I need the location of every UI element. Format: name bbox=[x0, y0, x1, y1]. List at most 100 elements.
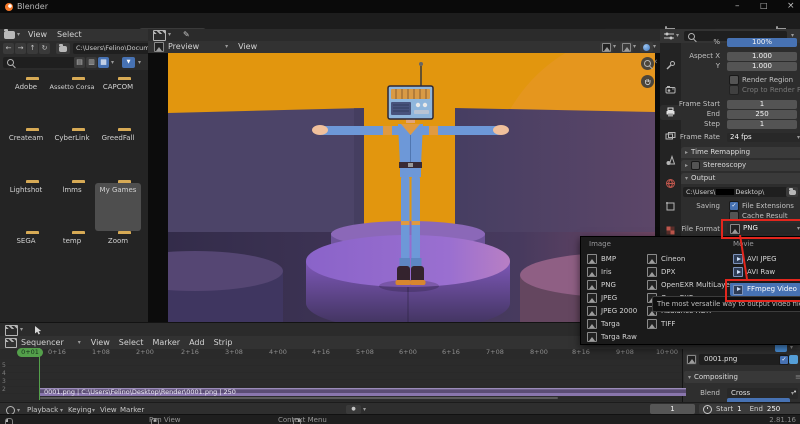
file-browser-editor-icon[interactable] bbox=[4, 31, 15, 39]
sequence-strip[interactable]: 0001.png | C:\Users\Felino\Desktop\Rende… bbox=[40, 388, 686, 396]
file-extensions-checkbox[interactable]: ✓ bbox=[729, 201, 739, 211]
sidebar-collapse-icon[interactable]: ‹ bbox=[654, 58, 658, 67]
sequencer-mode-dropdown[interactable]: Sequencer bbox=[21, 339, 64, 347]
playhead-badge[interactable]: 0+01 bbox=[17, 348, 43, 357]
seq-menu-add[interactable]: Add bbox=[189, 339, 205, 347]
fb-menu-view[interactable]: View bbox=[28, 31, 47, 39]
seq-menu-select[interactable]: Select bbox=[119, 339, 144, 347]
folder-item[interactable]: SEGA bbox=[3, 234, 49, 282]
browse-folder-icon[interactable] bbox=[786, 187, 798, 197]
proxy-toggle-icon[interactable] bbox=[620, 42, 633, 52]
menu-item[interactable]: PNG bbox=[587, 280, 616, 290]
seq-menu-view[interactable]: View bbox=[91, 339, 110, 347]
current-frame-field[interactable]: 1 bbox=[650, 404, 695, 414]
menu-item[interactable]: OpenEXR MultiLayer bbox=[647, 280, 733, 290]
new-folder-icon[interactable] bbox=[56, 43, 70, 54]
menu-item[interactable]: JPEG 2000 bbox=[587, 306, 637, 316]
properties-editor-icon[interactable] bbox=[663, 31, 675, 41]
folder-item[interactable]: CAPCOM bbox=[95, 80, 141, 128]
frame-end-field[interactable]: 250 bbox=[727, 110, 797, 119]
zoom-button[interactable] bbox=[641, 57, 654, 70]
folder-item[interactable]: Adobe bbox=[3, 80, 49, 128]
folder-item[interactable]: CyberLink bbox=[49, 131, 95, 179]
fb-menu-select[interactable]: Select bbox=[57, 31, 82, 39]
timeline-scrollbar[interactable] bbox=[40, 397, 558, 399]
menu-item[interactable]: TIFF bbox=[647, 319, 675, 329]
chevron-down-icon[interactable]: ▾ bbox=[138, 60, 141, 66]
menu-item[interactable]: Targa Raw bbox=[587, 332, 637, 342]
search-input[interactable] bbox=[3, 57, 75, 68]
refresh-icon[interactable]: ↻ bbox=[39, 43, 50, 54]
seq-menu-marker[interactable]: Marker bbox=[152, 339, 180, 347]
pb-menu-view[interactable]: View bbox=[100, 407, 117, 414]
record-icon[interactable]: ● bbox=[346, 405, 361, 414]
crop-checkbox[interactable] bbox=[729, 85, 739, 95]
folder-item[interactable]: Assetto Corsa bbox=[49, 80, 95, 128]
path-field[interactable]: C:\Users\Felino\Docume... bbox=[73, 43, 151, 54]
up-icon[interactable]: ↑ bbox=[27, 43, 38, 54]
menu-item[interactable]: Iris bbox=[587, 267, 612, 277]
close-icon[interactable]: × bbox=[787, 2, 795, 11]
preview-mode-dropdown[interactable]: Preview bbox=[168, 43, 199, 51]
select-tool-icon[interactable] bbox=[33, 325, 43, 335]
sequencer-editor-icon[interactable] bbox=[153, 30, 166, 41]
list-horizontal-icon[interactable]: ▥ bbox=[86, 57, 97, 68]
stereoscopy-checkbox[interactable] bbox=[691, 161, 700, 170]
tab-texture-icon[interactable] bbox=[665, 225, 676, 236]
stereoscopy-panel[interactable]: Stereoscopy bbox=[681, 160, 800, 171]
aspect-x-field[interactable]: 1.000 bbox=[727, 52, 797, 61]
tab-tool-icon[interactable] bbox=[665, 60, 676, 71]
step-field[interactable]: 1 bbox=[727, 120, 797, 129]
back-icon[interactable]: ← bbox=[3, 43, 14, 54]
minimize-icon[interactable]: – bbox=[735, 2, 740, 11]
menu-item[interactable]: Targa bbox=[587, 319, 620, 329]
annotate-tool-icon[interactable]: ✎ bbox=[183, 31, 190, 39]
menu-item[interactable]: Cineon bbox=[647, 254, 685, 264]
folder-item[interactable]: Lightshot bbox=[3, 183, 49, 231]
chevron-down-icon[interactable]: ▾ bbox=[111, 60, 114, 66]
tab-world-icon[interactable] bbox=[665, 178, 676, 189]
folder-item[interactable]: Zoom bbox=[95, 234, 141, 282]
menu-item[interactable]: JPEG bbox=[587, 293, 617, 303]
pan-button[interactable] bbox=[641, 75, 654, 88]
folder-item-selected[interactable]: My Games bbox=[95, 183, 141, 231]
render-region-checkbox[interactable] bbox=[729, 75, 739, 85]
thumbnail-view-icon[interactable]: ▦ bbox=[98, 57, 109, 68]
end-field[interactable]: 250 bbox=[767, 406, 780, 413]
folder-item[interactable]: temp bbox=[49, 234, 95, 282]
seq-menu-strip[interactable]: Strip bbox=[214, 339, 233, 347]
keying-menu[interactable]: Keying bbox=[68, 407, 92, 414]
resolution-percent-slider[interactable]: 100% bbox=[727, 38, 797, 47]
tab-object-icon[interactable] bbox=[665, 201, 676, 212]
preview-menu-view[interactable]: View bbox=[238, 43, 257, 51]
menu-item[interactable]: DPX bbox=[647, 267, 675, 277]
overlay-toggle-icon[interactable] bbox=[640, 42, 653, 52]
maximize-icon[interactable]: □ bbox=[760, 2, 768, 10]
tab-output-icon[interactable] bbox=[665, 107, 676, 118]
output-panel[interactable]: Output bbox=[681, 173, 800, 184]
menu-item[interactable]: BMP bbox=[587, 254, 616, 264]
frame-start-field[interactable]: 1 bbox=[727, 100, 797, 109]
start-field[interactable]: 1 bbox=[737, 406, 741, 413]
tab-render-icon[interactable] bbox=[665, 84, 676, 95]
tab-view-layer-icon[interactable] bbox=[665, 131, 676, 142]
tab-scene-icon[interactable] bbox=[665, 155, 676, 166]
forward-icon[interactable]: → bbox=[15, 43, 26, 54]
list-vertical-icon[interactable]: ▤ bbox=[74, 57, 85, 68]
strip-mute-checkbox[interactable]: ✓ bbox=[779, 355, 789, 365]
time-remapping-panel[interactable]: Time Remapping bbox=[681, 147, 800, 158]
compositing-panel[interactable]: Compositing ≡ bbox=[684, 371, 800, 383]
channels-toggle-icon[interactable] bbox=[600, 42, 613, 52]
aspect-y-field[interactable]: 1.000 bbox=[727, 62, 797, 71]
filter-funnel-icon[interactable]: ▼ bbox=[122, 57, 135, 68]
playback-menu[interactable]: Playback bbox=[27, 407, 58, 414]
folder-item[interactable]: Createam bbox=[3, 131, 49, 179]
clock-icon[interactable] bbox=[703, 405, 712, 414]
sequencer-editor-icon[interactable] bbox=[5, 325, 18, 336]
animate-dot-icon[interactable]: • bbox=[793, 389, 797, 396]
strip-color-swatch[interactable] bbox=[789, 355, 798, 364]
folder-item[interactable]: lmms bbox=[49, 183, 95, 231]
output-path-field[interactable]: C:\Users\ Desktop\ bbox=[683, 187, 789, 197]
pb-menu-marker[interactable]: Marker bbox=[120, 407, 144, 414]
folder-item[interactable]: GreedFall bbox=[95, 131, 141, 179]
